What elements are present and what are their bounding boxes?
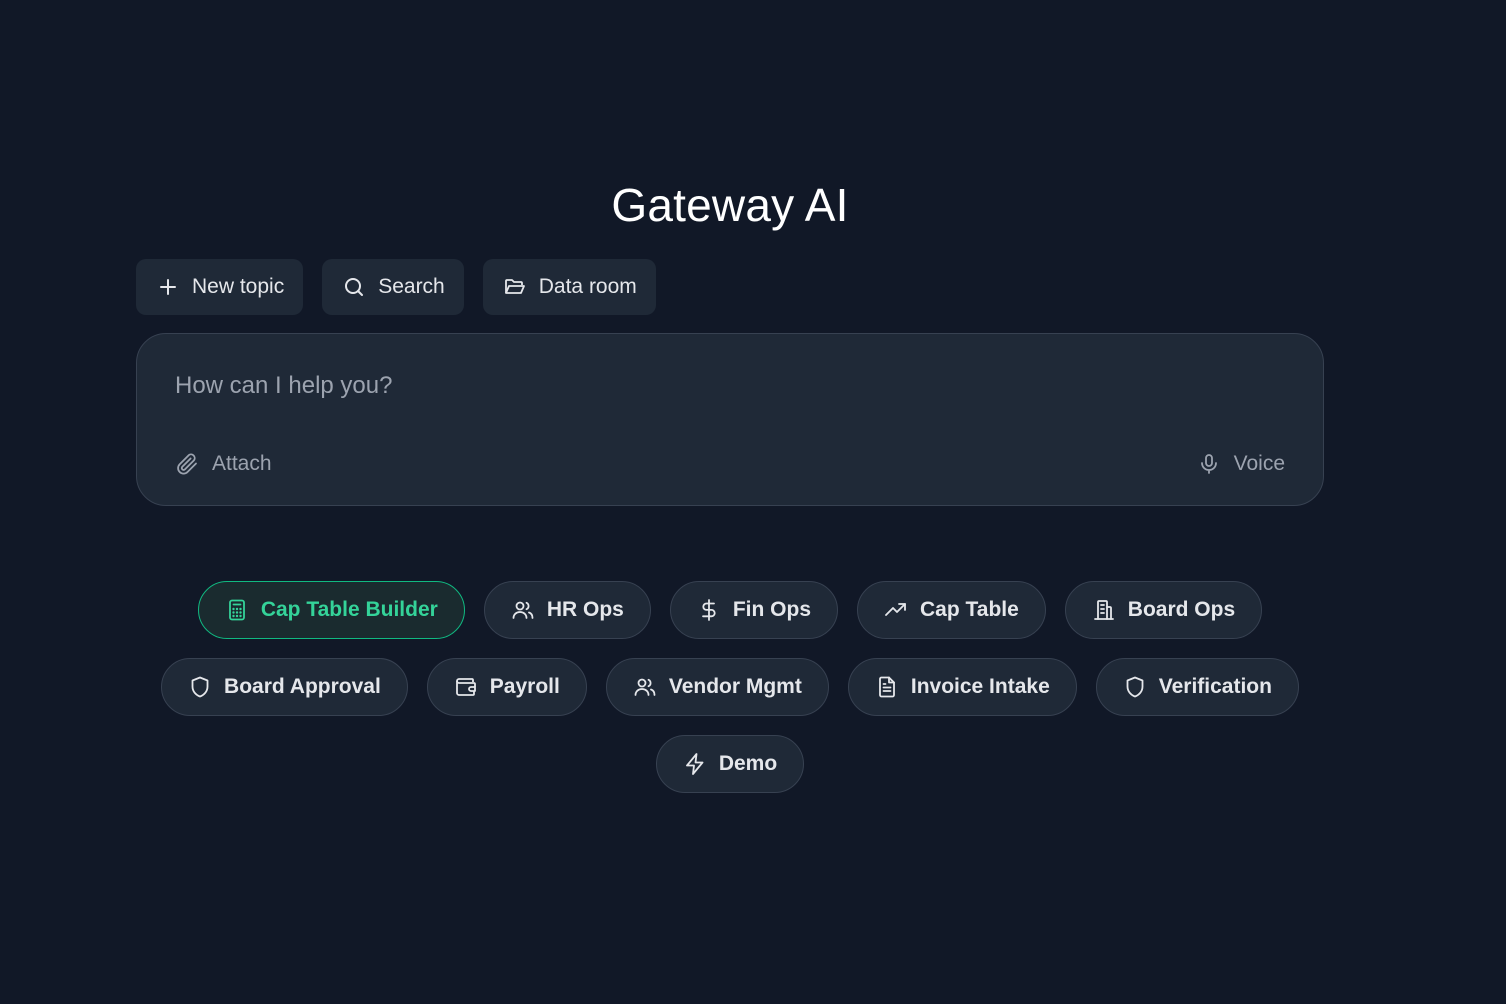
file-text-icon [875, 675, 899, 699]
microphone-icon [1197, 452, 1221, 476]
chip-verification[interactable]: Verification [1095, 658, 1299, 716]
chip-label: Verification [1158, 675, 1272, 698]
building-icon [1092, 598, 1116, 622]
voice-label: Voice [1233, 452, 1285, 475]
calculator-icon [225, 598, 249, 622]
chip-label: Vendor Mgmt [668, 675, 802, 698]
chip-label: Board Ops [1127, 598, 1236, 621]
chip-row: Demo [0, 735, 1460, 793]
shield-icon [188, 675, 212, 699]
chip-label: Cap Table [920, 598, 1019, 621]
attach-button[interactable]: Attach [175, 452, 272, 476]
composer: Attach Voice [136, 333, 1324, 506]
folder-open-icon [503, 275, 527, 299]
new-topic-button[interactable]: New topic [136, 259, 304, 315]
chip-row: Cap Table Builder HR Ops Fin Ops Cap Tab… [0, 581, 1460, 639]
chip-cap-table-builder[interactable]: Cap Table Builder [197, 581, 465, 639]
trending-up-icon [884, 598, 908, 622]
data-room-button[interactable]: Data room [482, 259, 656, 315]
chip-vendor-mgmt[interactable]: Vendor Mgmt [605, 658, 829, 716]
search-button[interactable]: Search [322, 259, 464, 315]
chip-label: Invoice Intake [910, 675, 1050, 698]
zap-icon [683, 752, 707, 776]
chip-board-approval[interactable]: Board Approval [161, 658, 408, 716]
chip-board-ops[interactable]: Board Ops [1064, 581, 1263, 639]
data-room-label: Data room [538, 275, 637, 298]
plus-icon [156, 275, 180, 299]
paperclip-icon [175, 452, 199, 476]
voice-button[interactable]: Voice [1197, 452, 1285, 476]
users-icon [633, 675, 657, 699]
dollar-icon [697, 598, 721, 622]
chip-hr-ops[interactable]: HR Ops [483, 581, 651, 639]
wallet-icon [454, 675, 478, 699]
shield-icon [1123, 675, 1147, 699]
users-icon [511, 598, 535, 622]
chip-label: Fin Ops [732, 598, 811, 621]
chip-label: Demo [718, 752, 778, 775]
chip-invoice-intake[interactable]: Invoice Intake [847, 658, 1077, 716]
chip-fin-ops[interactable]: Fin Ops [669, 581, 838, 639]
search-icon [342, 275, 366, 299]
chip-row: Board Approval Payroll Vendor Mgmt Invoi… [0, 658, 1460, 716]
toolbar: New topic Search Data room [136, 259, 656, 315]
chip-label: HR Ops [546, 598, 624, 621]
search-label: Search [378, 275, 445, 298]
chip-payroll[interactable]: Payroll [426, 658, 587, 716]
chip-demo[interactable]: Demo [655, 735, 805, 793]
prompt-input[interactable] [175, 370, 1275, 402]
page-title: Gateway AI [611, 179, 849, 231]
chip-label: Payroll [489, 675, 560, 698]
chip-cap-table[interactable]: Cap Table [857, 581, 1046, 639]
attach-label: Attach [212, 452, 272, 475]
chip-label: Board Approval [224, 675, 381, 698]
new-topic-label: New topic [192, 275, 285, 298]
chip-label: Cap Table Builder [260, 598, 438, 621]
page: Gateway AI New topic Search Data room Ho… [0, 0, 1506, 1004]
